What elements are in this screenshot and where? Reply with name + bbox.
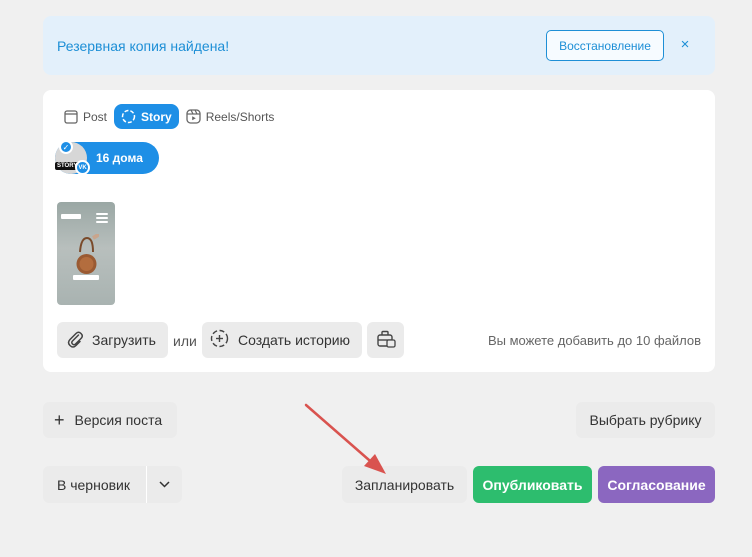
upload-button[interactable]: Загрузить (57, 322, 168, 358)
tab-reels-label: Reels/Shorts (205, 109, 275, 124)
upload-label: Загрузить (92, 332, 156, 348)
create-story-label: Создать историю (238, 332, 351, 348)
draft-dropdown[interactable]: В черновик (43, 466, 182, 503)
create-story-icon (210, 329, 229, 351)
selected-account-chip[interactable]: STORY ✓ VK 16 дома (55, 140, 159, 175)
tab-story[interactable]: Story (114, 104, 179, 129)
add-post-version-button[interactable]: + Версия поста (43, 402, 177, 438)
banner-message: Резервная копия найдена! (57, 38, 230, 54)
thumbnail-sticker (61, 214, 81, 219)
account-name: 16 дома (96, 151, 143, 165)
select-rubric-button[interactable]: Выбрать рубрику (576, 402, 715, 438)
check-icon: ✓ (59, 140, 73, 154)
approval-button[interactable]: Согласование (598, 466, 715, 503)
vk-icon: VK (75, 160, 90, 175)
paperclip-icon (67, 330, 83, 351)
post-editor-card: Post Story Reels/Shorts STORY ✓ VK 16 до… (43, 90, 715, 372)
tab-story-label: Story (141, 109, 172, 124)
create-story-button[interactable]: Создать историю (202, 322, 362, 358)
avatar: STORY ✓ VK (55, 140, 90, 175)
tab-post[interactable]: Post (57, 104, 114, 129)
media-library-button[interactable] (367, 322, 404, 358)
backup-found-banner: Резервная копия найдена! Восстановление … (43, 16, 715, 75)
thumbnail-caption (73, 275, 99, 280)
tab-post-label: Post (83, 109, 108, 124)
thumbnail-menu-icon[interactable] (96, 213, 108, 225)
square-icon (64, 109, 78, 124)
close-icon[interactable]: × (677, 36, 693, 53)
media-library-icon (376, 329, 396, 352)
file-limit-hint: Вы можете добавить до 10 файлов (487, 333, 701, 348)
plus-icon: + (54, 410, 65, 430)
schedule-button[interactable]: Запланировать (342, 466, 467, 503)
version-label: Версия поста (74, 412, 163, 428)
or-text: или (173, 333, 197, 349)
post-type-tabs: Post Story Reels/Shorts (57, 104, 281, 129)
restore-button[interactable]: Восстановление (546, 30, 664, 61)
draft-label[interactable]: В черновик (57, 477, 146, 493)
chevron-down-icon[interactable] (147, 481, 182, 488)
tab-reels-shorts[interactable]: Reels/Shorts (179, 104, 282, 129)
dashed-circle-icon (121, 109, 136, 124)
story-media-thumbnail[interactable] (57, 202, 115, 305)
basket-image (76, 234, 99, 274)
publish-button[interactable]: Опубликовать (473, 466, 592, 503)
reels-icon (186, 109, 201, 124)
